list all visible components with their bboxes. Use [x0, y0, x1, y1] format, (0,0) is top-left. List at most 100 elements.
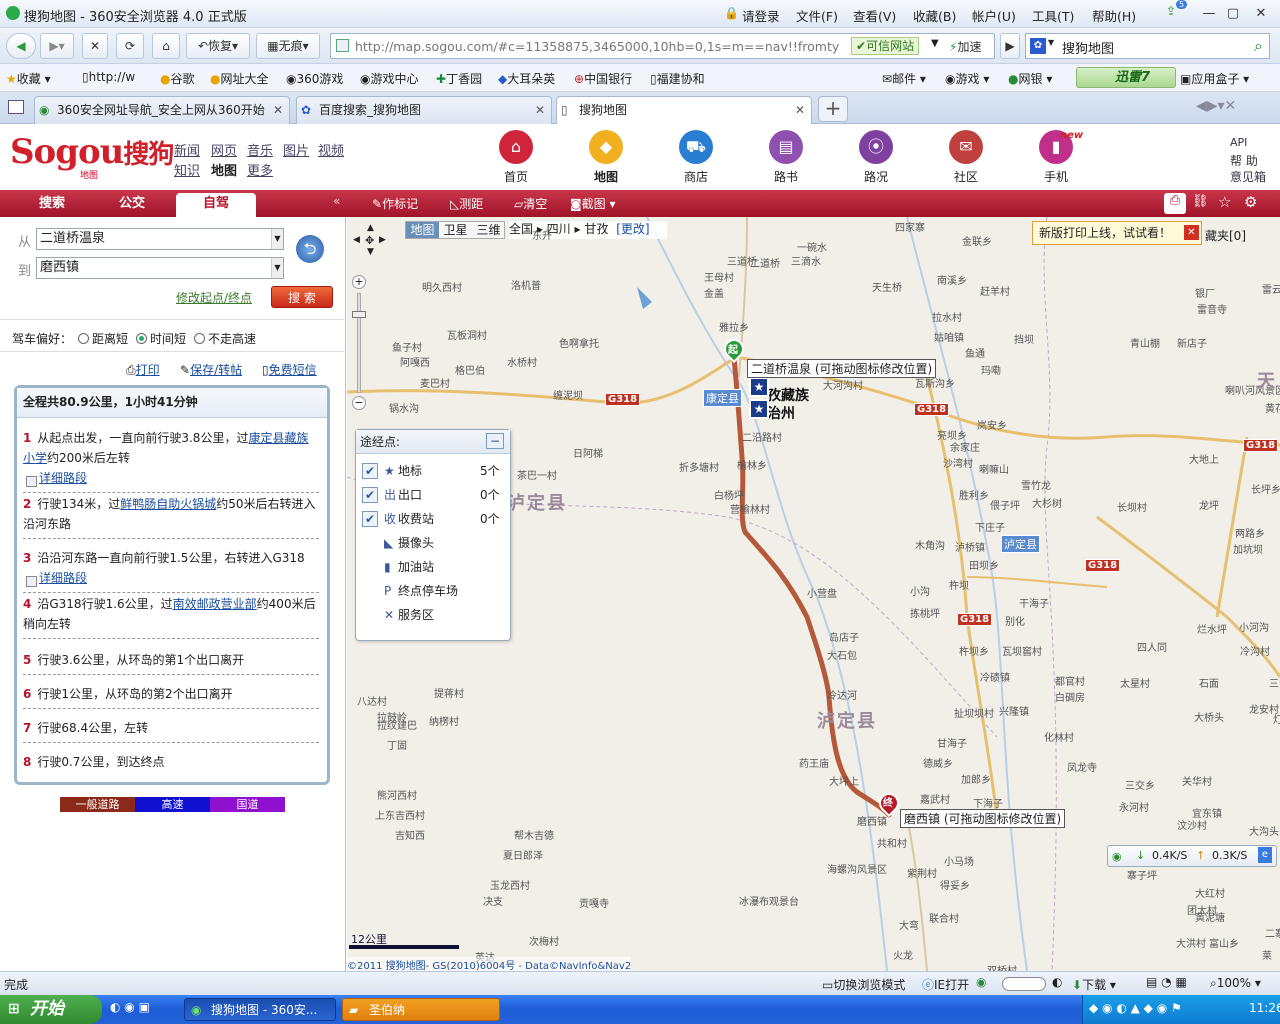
tab-bus[interactable]: 公交	[92, 193, 172, 217]
menu-help[interactable]: 帮助(H)	[1092, 6, 1136, 25]
waypoint-row[interactable]: ✕ 服务区	[362, 604, 502, 626]
tab-360-nav[interactable]: ◉ 360安全网址导航_安全上网从360开始 ✕	[34, 96, 290, 124]
waypoint-checkbox[interactable]	[362, 535, 378, 551]
sms-link[interactable]: ▯免费短信	[262, 361, 317, 378]
waypoint-row[interactable]: ✔ 收收费站 0个	[362, 508, 502, 530]
login-link[interactable]: 请登录	[742, 6, 780, 25]
bookmark-dictionary[interactable]: ◆大耳朵英	[498, 70, 555, 87]
search-button[interactable]: 搜 索	[271, 286, 333, 308]
switch-mode-button[interactable]: ▭切换浏览模式	[822, 976, 905, 993]
nav-roadbook[interactable]: ▤ 路书	[756, 130, 816, 185]
waypoint-checkbox[interactable]: ✔	[362, 463, 378, 479]
link-web[interactable]: 网页	[211, 140, 237, 159]
search-icon[interactable]: ⌕	[1254, 36, 1263, 56]
collapse-panel-icon[interactable]: «	[333, 194, 340, 208]
link-images[interactable]: 图片	[283, 140, 309, 159]
close-window-icon[interactable]: ✕	[1250, 4, 1272, 24]
engine-dropdown-icon[interactable]: ▼	[1048, 38, 1054, 47]
tab-search[interactable]: 搜索	[12, 193, 92, 217]
bookmark-google[interactable]: ●谷歌	[160, 70, 195, 87]
nav-shop[interactable]: ⛟ 商店	[666, 130, 726, 185]
bookmark-ebank[interactable]: ●网银 ▾	[1008, 70, 1052, 87]
bookmark-boc[interactable]: ⊕中国银行	[574, 70, 632, 87]
back-button[interactable]: ◀	[6, 33, 36, 59]
home-button[interactable]: ⌂	[152, 33, 180, 59]
menu-view[interactable]: 查看(V)	[853, 6, 896, 25]
bookmark-favorites[interactable]: ★收藏 ▾	[6, 70, 51, 87]
incognito-button[interactable]: ▦无痕▾	[256, 33, 320, 59]
nav-community[interactable]: ✉ 社区	[936, 130, 996, 185]
net-speed-widget[interactable]: ◉ ↓ 0.4K/S ↑ 0.3K/S e	[1107, 845, 1277, 867]
pref-no-highway[interactable]: 不走高速	[194, 330, 256, 347]
bookmark-dxy[interactable]: ✚丁香园	[436, 70, 482, 87]
address-bar[interactable]: http://map.sogou.com/#c=11358875,3465000…	[330, 33, 995, 59]
refresh-button[interactable]: ⟳	[116, 33, 144, 59]
tab-baidu[interactable]: ✿ 百度搜索_搜狗地图 ✕	[296, 96, 552, 124]
link-knowledge[interactable]: 知识	[174, 160, 200, 179]
maximize-icon[interactable]: ▢	[1222, 4, 1244, 24]
task-sogou-map[interactable]: ◉ 搜狗地图 - 360安...	[184, 998, 336, 1021]
stop-button[interactable]: ✕	[82, 33, 108, 59]
waypoint-checkbox[interactable]	[362, 583, 378, 599]
bookmark-http[interactable]: ▯http://w	[82, 70, 135, 84]
toggle-switch[interactable]	[1002, 977, 1046, 991]
step-poi-link[interactable]: 鲜鸭肠自助火锅城	[120, 497, 216, 511]
help-link[interactable]: 帮 助	[1230, 152, 1258, 169]
waypoint-row[interactable]: ✔ ★ 地标 5个	[362, 460, 502, 482]
link-news[interactable]: 新闻	[174, 140, 200, 159]
close-tab-icon[interactable]: ✕	[273, 97, 283, 123]
copyright[interactable]: ©2011 搜狗地图- GS(2010)6004号 - Data©NavInfo…	[347, 957, 632, 971]
link-video[interactable]: 视频	[318, 140, 344, 159]
forward-button[interactable]: ▶▾	[40, 33, 74, 59]
radio-time[interactable]	[136, 333, 147, 344]
menu-file[interactable]: 文件(F)	[796, 6, 838, 25]
step-poi-link[interactable]: 南效邮政营业部	[173, 597, 257, 611]
bookmark-mail[interactable]: ✉邮件 ▾	[882, 70, 926, 87]
from-input[interactable]: 二道桥温泉 ▼	[36, 228, 284, 250]
page-tools-icons[interactable]: ▤ ◔ ▦	[1146, 975, 1187, 989]
menu-account[interactable]: 帐户(U)	[972, 6, 1016, 25]
link-more[interactable]: 更多	[247, 160, 273, 179]
close-tab-icon[interactable]: ✕	[535, 97, 545, 123]
bookmark-xiehe[interactable]: ▯福建协和	[650, 70, 705, 87]
map-canvas[interactable]: ▲ ◀ ▶ ▼ ✥ + − 地图 卫星 三维 全国 ▸ 四川 ▸ 甘孜 [更改]…	[347, 217, 1280, 971]
chevron-down-icon[interactable]: ▼	[271, 258, 283, 278]
api-link[interactable]: API	[1230, 136, 1247, 149]
pref-time[interactable]: 时间短	[136, 330, 186, 347]
feedback-link[interactable]: 意见箱	[1230, 168, 1266, 185]
print-icon[interactable]: ⎙	[1164, 193, 1186, 214]
search-box[interactable]: ✿ ▼ 搜狗地图 ⌕	[1025, 33, 1270, 59]
thunder-button[interactable]: 迅雷7	[1076, 67, 1176, 88]
minimize-icon[interactable]: —	[1198, 4, 1220, 24]
star-outline-icon[interactable]: ☆	[1218, 193, 1231, 211]
save-share-link[interactable]: ✎保存/转帖	[180, 361, 242, 378]
ie-open-button[interactable]: ⓔIE打开	[922, 976, 969, 993]
bookmark-sites[interactable]: ●网址大全	[210, 70, 269, 87]
to-input[interactable]: 磨西镇 ▼	[36, 257, 284, 279]
waypoint-row[interactable]: ▮ 加油站	[362, 556, 502, 578]
nav-home[interactable]: ⌂ 首页	[486, 130, 546, 185]
link-icon[interactable]: ⛓	[1192, 194, 1209, 209]
link-music[interactable]: 音乐	[247, 140, 273, 159]
bookmark-appbox[interactable]: ▣应用盒子 ▾	[1180, 70, 1249, 87]
waypoint-checkbox[interactable]	[362, 607, 378, 623]
tab-nav-arrows[interactable]: ◀▶▾✕	[1196, 98, 1236, 114]
collapse-icon[interactable]: −	[486, 433, 504, 449]
print-link[interactable]: ⎙打印	[126, 361, 160, 378]
swap-icon[interactable]: ⮌	[296, 235, 324, 263]
tab-sogou-map[interactable]: ▯ 搜狗地图 ✕	[556, 96, 812, 125]
search-engine-input[interactable]: 搜狗地图	[1062, 38, 1114, 57]
security-icon[interactable]: ◉	[976, 975, 986, 989]
zoom-control[interactable]: ⌕100% ▾	[1210, 976, 1261, 991]
radio-distance[interactable]	[78, 333, 89, 344]
waypoint-row[interactable]: ◣ 摄像头	[362, 532, 502, 554]
measure-tool[interactable]: ◺测距	[450, 195, 483, 212]
gear-icon[interactable]: ⚙	[1244, 193, 1257, 211]
bookmark-games[interactable]: ◉游戏 ▾	[945, 70, 989, 87]
waypoint-row[interactable]: P 终点停车场	[362, 580, 502, 602]
close-tab-icon[interactable]: ✕	[795, 97, 805, 123]
task-shengbona[interactable]: ▰ 圣伯纳	[342, 998, 500, 1021]
sogou-logo[interactable]: Sogou搜狗	[10, 132, 174, 172]
menu-tools[interactable]: 工具(T)	[1032, 6, 1074, 25]
mark-tool[interactable]: ✎作标记	[372, 195, 418, 212]
